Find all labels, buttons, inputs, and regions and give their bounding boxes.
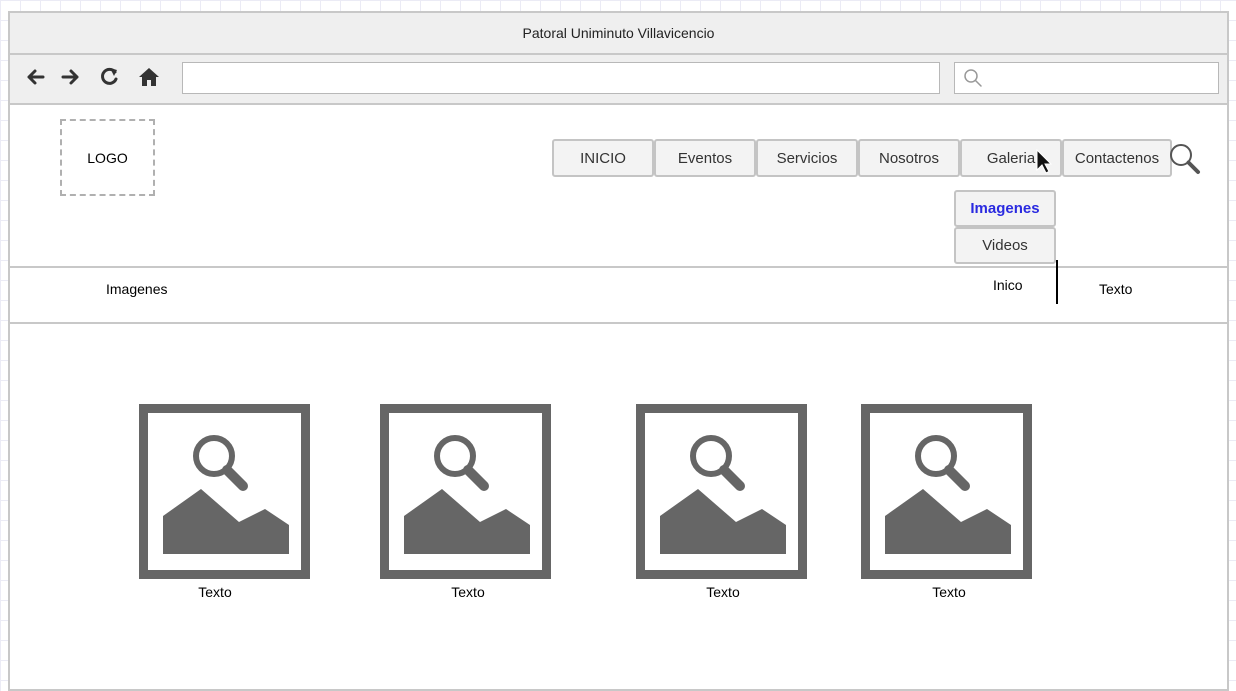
back-arrow-icon[interactable] [24,66,46,88]
nav-item-contactenos[interactable]: Contactenos [1062,139,1172,177]
gallery-image[interactable] [380,404,551,579]
nav-item-label: Nosotros [878,149,940,167]
breadcrumb-separator [1056,260,1058,304]
nav-item-servicios[interactable]: Servicios [756,139,858,177]
header-divider [8,266,1229,268]
dropdown-item-label: Imagenes [970,200,1040,217]
logo-placeholder: LOGO [60,119,155,196]
gallery-caption: Texto [198,584,232,600]
nav-item-nosotros[interactable]: Nosotros [858,139,960,177]
gallery-image[interactable] [861,404,1032,579]
search-icon [964,69,982,87]
dropdown-item-videos[interactable]: Videos [954,227,1056,264]
nav-item-label: Servicios [776,149,838,167]
nav-item-label: Contactenos [1074,149,1160,167]
address-bar[interactable] [182,62,940,94]
search-icon[interactable] [1168,142,1202,176]
nav-item-label: Galeria [986,149,1036,167]
dropdown-item-imagenes[interactable]: Imagenes [954,190,1056,227]
mouse-cursor-icon [1036,149,1053,174]
breadcrumb-home-link[interactable]: Inico [993,277,1023,293]
home-icon[interactable] [138,66,160,88]
nav-item-label: INICIO [580,149,626,167]
gallery-image[interactable] [636,404,807,579]
gallery-caption: Texto [451,584,485,600]
gallery-image[interactable] [139,404,310,579]
window-title-bar: Patoral Uniminuto Villavicencio [10,13,1227,55]
nav-item-label: Eventos [677,149,733,167]
logo-text: LOGO [87,149,128,166]
section-title: Imagenes [106,281,168,297]
forward-arrow-icon[interactable] [60,66,82,88]
nav-item-inicio[interactable]: INICIO [552,139,654,177]
nav-item-eventos[interactable]: Eventos [654,139,756,177]
gallery-caption: Texto [932,584,966,600]
browser-toolbar [10,55,1227,105]
dropdown-item-label: Videos [982,237,1028,254]
breadcrumb-text-link[interactable]: Texto [1099,281,1132,297]
browser-search-input[interactable] [954,62,1219,94]
reload-icon[interactable] [98,66,120,88]
subheader-divider [8,322,1229,324]
window-title: Patoral Uniminuto Villavicencio [522,25,715,41]
gallery-caption: Texto [706,584,740,600]
